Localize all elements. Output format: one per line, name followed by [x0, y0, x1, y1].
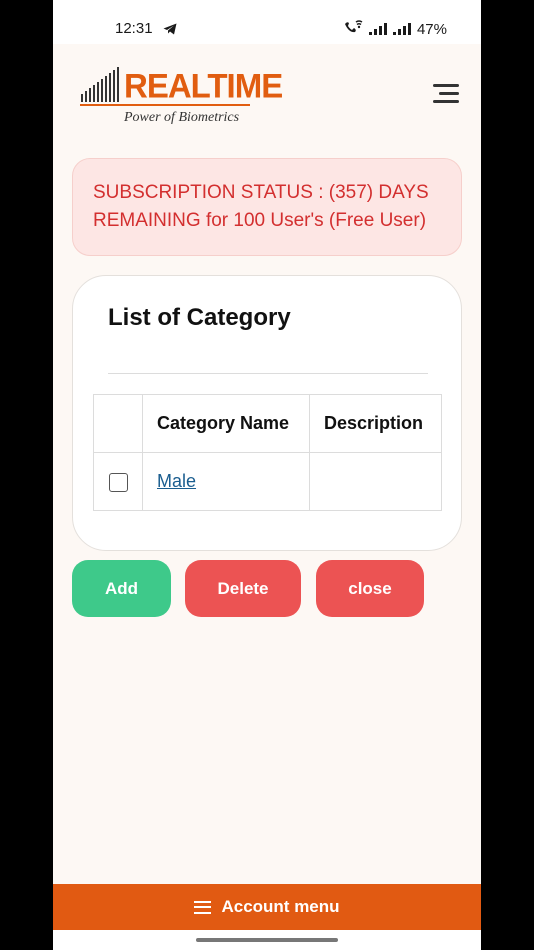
- category-link[interactable]: Male: [157, 471, 196, 491]
- subscription-status-alert: SUBSCRIPTION STATUS : (357) DAYS REMAINI…: [72, 158, 462, 256]
- card-title: List of Category: [108, 304, 291, 331]
- row-description-cell: [309, 452, 442, 511]
- wifi-call-icon: [343, 20, 363, 38]
- table-header-row: Category Name Description: [93, 394, 442, 453]
- category-table: Category Name Description Male: [93, 394, 442, 511]
- logo-underline: [80, 104, 250, 106]
- status-right: 47%: [343, 20, 447, 38]
- add-button[interactable]: Add: [72, 560, 171, 617]
- status-bar: 12:31 47%: [53, 0, 481, 44]
- header-select-column: [93, 394, 143, 453]
- app-header: Realtime Power of Biometrics: [53, 44, 481, 144]
- account-menu-label: Account menu: [221, 897, 340, 916]
- row-select-cell: [93, 452, 143, 511]
- row-checkbox[interactable]: [108, 472, 128, 492]
- battery-percent: 47%: [416, 20, 447, 38]
- header-category-name: Category Name: [142, 394, 310, 453]
- logo-bars-icon: [81, 67, 119, 102]
- phone-screen: 12:31 47% REALTIME Power of Biometrics S…: [53, 0, 481, 950]
- delete-button[interactable]: Delete: [185, 560, 301, 617]
- row-name-cell: Male: [142, 452, 310, 511]
- close-button[interactable]: close: [316, 560, 424, 617]
- hamburger-menu-icon[interactable]: [429, 82, 459, 106]
- account-menu-bar[interactable]: Account menu: [53, 884, 481, 930]
- telegram-icon: [163, 22, 177, 39]
- status-time: 12:31: [115, 20, 153, 37]
- logo-tagline: Power of Biometrics: [124, 110, 240, 125]
- realtime-logo: Realtime Power of Biometrics: [80, 64, 283, 126]
- signal-icon: [392, 23, 411, 35]
- logo-wordmark: Realtime: [124, 66, 283, 105]
- header-description: Description: [309, 394, 442, 453]
- gesture-handle[interactable]: [196, 938, 338, 942]
- signal-icon: [368, 23, 387, 35]
- hamburger-icon: [194, 900, 212, 914]
- table-row: Male: [93, 452, 442, 511]
- card-divider: [108, 373, 428, 374]
- category-list-card: List of Category Category Name Descripti…: [72, 275, 462, 551]
- system-nav-area: [53, 930, 481, 950]
